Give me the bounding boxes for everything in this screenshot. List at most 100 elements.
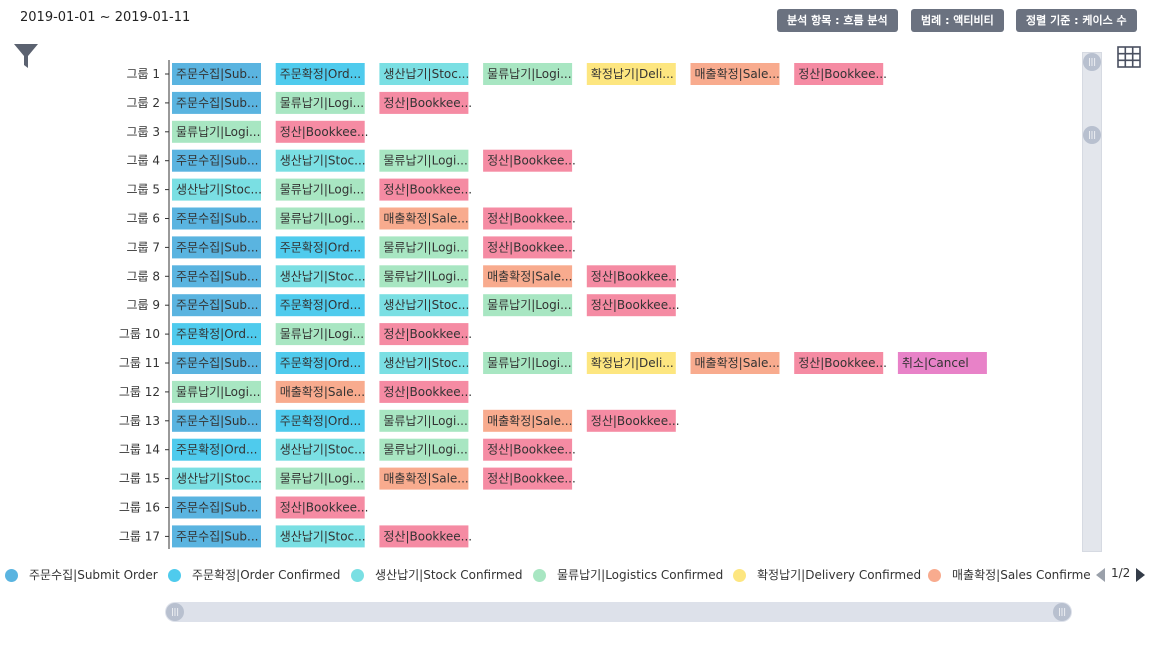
- horizontal-scroll-handle-left[interactable]: |||: [166, 603, 184, 621]
- activity-box-label: 정산|Bookkee...: [383, 96, 472, 110]
- activity-box-order[interactable]: 주문확정|Ord...: [172, 438, 261, 461]
- group-label: 그룹 6: [126, 212, 160, 226]
- activity-box-sales[interactable]: 매출확정|Sale...: [483, 409, 572, 432]
- activity-box-submit[interactable]: 주문수집|Sub...: [172, 63, 261, 85]
- activity-box-order[interactable]: 주문확정|Ord...: [275, 236, 365, 259]
- legend-next-page-icon[interactable]: [1136, 568, 1145, 582]
- activity-box-label: 정산|Bookkee...: [383, 183, 472, 197]
- legend-prev-page-icon[interactable]: [1096, 568, 1105, 582]
- activity-box-submit[interactable]: 주문수집|Sub...: [172, 352, 261, 374]
- activity-box-label: 물류납기|Logi...: [383, 443, 467, 457]
- activity-box-bookkeeping[interactable]: 정산|Bookkee...: [379, 178, 472, 201]
- activity-box-sales[interactable]: 매출확정|Sale...: [275, 380, 365, 403]
- activity-box-logistics[interactable]: 물류납기|Logi...: [379, 149, 469, 172]
- activity-box-label: 주문수집|Sub...: [176, 154, 259, 168]
- activity-box-label: 정산|Bookkee...: [591, 298, 680, 312]
- activity-box-logistics[interactable]: 물류납기|Logi...: [379, 265, 469, 288]
- activity-box-logistics[interactable]: 물류납기|Logi...: [379, 438, 469, 461]
- activity-box-submit[interactable]: 주문수집|Sub...: [172, 294, 261, 317]
- activity-box-sales[interactable]: 매출확정|Sale...: [483, 265, 572, 288]
- activity-box-logistics[interactable]: 물류납기|Logi...: [172, 380, 261, 403]
- activity-box-logistics[interactable]: 물류납기|Logi...: [379, 236, 469, 259]
- activity-box-sales[interactable]: 매출확정|Sale...: [690, 352, 780, 374]
- activity-box-bookkeeping[interactable]: 정산|Bookkee...: [483, 467, 576, 490]
- activity-box-label: 생산납기|Stoc...: [383, 298, 469, 312]
- activity-box-bookkeeping[interactable]: 정산|Bookkee...: [379, 380, 472, 403]
- activity-box-submit[interactable]: 주문수집|Sub...: [172, 236, 261, 259]
- activity-box-stock[interactable]: 생산납기|Stoc...: [379, 294, 469, 317]
- activity-box-bookkeeping[interactable]: 정산|Bookkee...: [586, 294, 680, 317]
- legend-dot: [733, 569, 746, 582]
- horizontal-scroll-handle-right[interactable]: |||: [1053, 603, 1071, 621]
- activity-box-stock[interactable]: 생산납기|Stoc...: [275, 265, 366, 288]
- activity-box-logistics[interactable]: 물류납기|Logi...: [275, 207, 365, 230]
- activity-box-sales[interactable]: 매출확정|Sale...: [690, 63, 780, 85]
- activity-box-logistics[interactable]: 물류납기|Logi...: [483, 63, 573, 85]
- activity-box-logistics[interactable]: 물류납기|Logi...: [275, 178, 365, 201]
- group-label: 그룹 9: [126, 298, 160, 312]
- activity-box-bookkeeping[interactable]: 정산|Bookkee...: [586, 409, 680, 432]
- activity-box-bookkeeping[interactable]: 정산|Bookkee...: [379, 323, 472, 346]
- activity-box-submit[interactable]: 주문수집|Sub...: [172, 149, 261, 172]
- activity-box-sales[interactable]: 매출확정|Sale...: [379, 207, 469, 230]
- activity-box-submit[interactable]: 주문수집|Sub...: [172, 91, 261, 114]
- vertical-scroll-handle-top[interactable]: |||: [1083, 53, 1101, 71]
- activity-box-label: 물류납기|Logi...: [280, 327, 364, 341]
- activity-box-stock[interactable]: 생산납기|Stoc...: [172, 178, 262, 201]
- activity-box-bookkeeping[interactable]: 정산|Bookkee...: [275, 496, 369, 519]
- legend: 주문수집|Submit Order 주문확정|Order Confirmed 생산납…: [0, 566, 1090, 586]
- activity-box-stock[interactable]: 생산납기|Stoc...: [379, 352, 469, 374]
- activity-box-logistics[interactable]: 물류납기|Logi...: [275, 323, 365, 346]
- activity-box-submit[interactable]: 주문수집|Sub...: [172, 496, 261, 519]
- activity-box-order[interactable]: 주문확정|Ord...: [275, 409, 365, 432]
- activity-box-bookkeeping[interactable]: 정산|Bookkee...: [379, 525, 472, 548]
- activity-box-stock[interactable]: 생산납기|Stoc...: [275, 149, 366, 172]
- activity-box-logistics[interactable]: 물류납기|Logi...: [275, 91, 365, 114]
- activity-box-logistics[interactable]: 물류납기|Logi...: [172, 120, 261, 143]
- vertical-scroll-handle-bottom[interactable]: |||: [1083, 126, 1101, 144]
- activity-box-label: 주문확정|Ord...: [280, 240, 361, 254]
- legend-dot: [928, 569, 941, 582]
- horizontal-scrollbar[interactable]: [165, 602, 1072, 622]
- activity-box-bookkeeping[interactable]: 정산|Bookkee...: [794, 352, 887, 374]
- activity-box-label: 생산납기|Stoc...: [176, 183, 262, 197]
- activity-box-bookkeeping[interactable]: 정산|Bookkee...: [275, 120, 369, 143]
- activity-box-submit[interactable]: 주문수집|Sub...: [172, 409, 261, 432]
- activity-box-bookkeeping[interactable]: 정산|Bookkee...: [794, 63, 887, 85]
- activity-box-bookkeeping[interactable]: 정산|Bookkee...: [483, 149, 576, 172]
- activity-box-submit[interactable]: 주문수집|Sub...: [172, 207, 261, 230]
- activity-box-logistics[interactable]: 물류납기|Logi...: [483, 294, 573, 317]
- activity-box-bookkeeping[interactable]: 정산|Bookkee...: [483, 236, 576, 259]
- grid-view-icon[interactable]: [1117, 46, 1141, 68]
- activity-box-submit[interactable]: 주문수집|Sub...: [172, 525, 261, 548]
- activity-box-delivery[interactable]: 확정납기|Deli...: [586, 63, 676, 85]
- activity-box-cancel[interactable]: 취소|Cancel: [897, 352, 987, 374]
- activity-box-label: 생산납기|Stoc...: [176, 472, 262, 486]
- activity-box-bookkeeping[interactable]: 정산|Bookkee...: [586, 265, 680, 288]
- activity-box-label: 주문확정|Ord...: [176, 327, 257, 341]
- activity-box-delivery[interactable]: 확정납기|Deli...: [586, 352, 676, 374]
- group-label: 그룹 17: [119, 529, 160, 543]
- activity-box-order[interactable]: 주문확정|Ord...: [172, 323, 261, 346]
- activity-box-bookkeeping[interactable]: 정산|Bookkee...: [483, 438, 576, 461]
- activity-box-bookkeeping[interactable]: 정산|Bookkee...: [379, 91, 472, 114]
- activity-box-label: 물류납기|Logi...: [280, 212, 364, 226]
- activity-box-sales[interactable]: 매출확정|Sale...: [379, 467, 469, 490]
- activity-box-logistics[interactable]: 물류납기|Logi...: [275, 467, 365, 490]
- activity-box-order[interactable]: 주문확정|Ord...: [275, 294, 365, 317]
- activity-box-order[interactable]: 주문확정|Ord...: [275, 63, 365, 85]
- activity-box-order[interactable]: 주문확정|Ord...: [275, 352, 365, 374]
- legend-label: 주문확정|Order Confirmed: [192, 568, 341, 582]
- activity-box-stock[interactable]: 생산납기|Stoc...: [172, 467, 262, 490]
- activity-box-bookkeeping[interactable]: 정산|Bookkee...: [483, 207, 576, 230]
- activity-box-stock[interactable]: 생산납기|Stoc...: [275, 438, 366, 461]
- activity-box-label: 물류납기|Logi...: [383, 240, 467, 254]
- activity-box-stock[interactable]: 생산납기|Stoc...: [275, 525, 366, 548]
- activity-box-stock[interactable]: 생산납기|Stoc...: [379, 63, 469, 85]
- activity-box-label: 주문수집|Sub...: [176, 269, 259, 283]
- legend-label: 생산납기|Stock Confirmed: [375, 568, 523, 582]
- activity-box-logistics[interactable]: 물류납기|Logi...: [379, 409, 469, 432]
- activity-box-logistics[interactable]: 물류납기|Logi...: [483, 352, 573, 374]
- group-label: 그룹 8: [126, 269, 160, 283]
- activity-box-submit[interactable]: 주문수집|Sub...: [172, 265, 261, 288]
